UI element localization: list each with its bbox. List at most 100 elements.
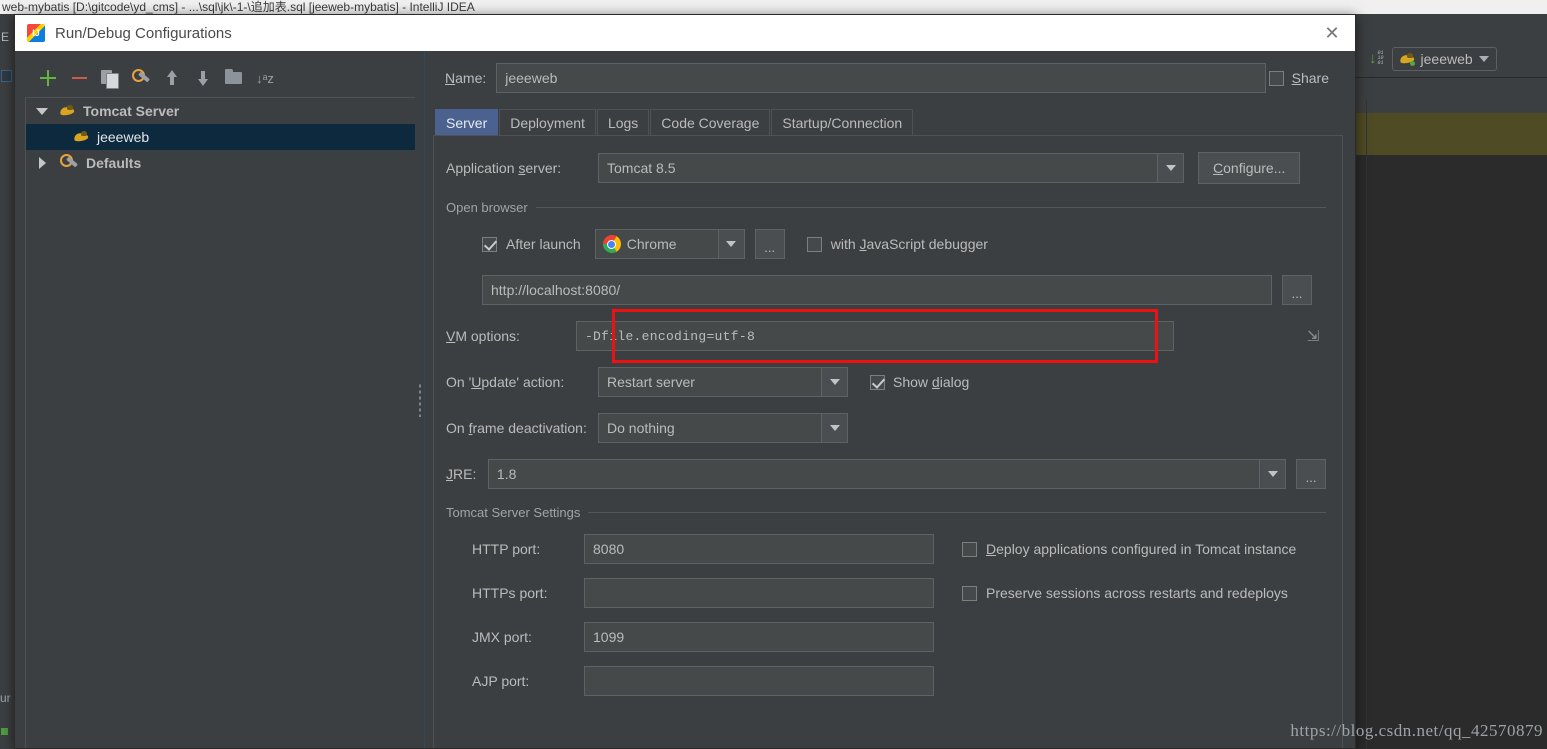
configure-button[interactable]: Configure... <box>1198 152 1301 184</box>
deploy-applications-checkbox[interactable] <box>962 541 977 557</box>
pane-splitter[interactable] <box>415 51 425 748</box>
jre-browse-button[interactable]: ... <box>1296 459 1326 489</box>
tree-item-label: Tomcat Server <box>83 103 180 119</box>
ide-editor-highlight-band <box>1355 113 1547 155</box>
edit-defaults-button[interactable] <box>132 69 150 87</box>
application-server-select[interactable]: Tomcat 8.5 <box>598 153 1184 183</box>
tab-deployment[interactable]: Deployment <box>499 109 596 135</box>
dialog-titlebar: Run/Debug Configurations ✕ <box>15 15 1355 51</box>
tab-server[interactable]: Server <box>435 109 499 135</box>
binary-bits: 01 10 01 <box>1377 50 1384 66</box>
browser-url-input[interactable] <box>482 275 1272 305</box>
wrench-icon <box>60 154 78 172</box>
vm-options-input[interactable] <box>575 321 1175 351</box>
tree-item-tomcat-server[interactable]: Tomcat Server <box>26 98 415 124</box>
show-dialog-wrap[interactable]: Show dialog <box>870 374 969 390</box>
move-down-button[interactable] <box>194 69 212 87</box>
close-icon[interactable]: ✕ <box>1309 15 1355 51</box>
name-label: Name: <box>445 70 487 86</box>
create-folder-button[interactable] <box>225 69 243 87</box>
jmx-port-input[interactable] <box>584 622 934 652</box>
js-debugger-checkbox[interactable] <box>806 236 822 252</box>
show-dialog-checkbox[interactable] <box>870 374 885 390</box>
ide-run-toolbar: ↓ 01 10 01 jeeeweb <box>1355 40 1547 78</box>
expand-icon[interactable]: ⇲ <box>1300 321 1326 351</box>
chevron-down-icon[interactable] <box>1259 460 1286 488</box>
run-debug-configurations-dialog: Run/Debug Configurations ✕ ↓ᵃᴢ Tomcat Se… <box>14 14 1356 749</box>
configuration-tabs: Server Deployment Logs Code Coverage Sta… <box>433 109 1343 135</box>
vm-options-row: VM options: ⇲ <box>446 309 1326 363</box>
on-frame-deactivation-row: On frame deactivation: Do nothing <box>446 413 1326 443</box>
deploy-applications-wrap[interactable]: Deploy applications configured in Tomcat… <box>962 541 1296 557</box>
chevron-down-icon[interactable] <box>821 368 847 396</box>
on-frame-deactivation-value: Do nothing <box>607 420 675 436</box>
chevron-down-icon[interactable] <box>717 230 744 258</box>
open-browser-group-label: Open browser <box>446 200 528 215</box>
name-input[interactable] <box>496 63 1267 93</box>
group-divider <box>535 207 1326 208</box>
http-port-row: HTTP port: Deploy applications configure… <box>446 534 1326 564</box>
ide-editor-area <box>1355 155 1547 749</box>
tab-code-coverage[interactable]: Code Coverage <box>650 109 771 135</box>
browser-select[interactable]: Chrome <box>594 229 745 259</box>
configuration-editor-pane: Name: Share Server Deployment Logs Code … <box>425 51 1355 748</box>
chevron-down-icon[interactable] <box>821 414 847 442</box>
chevron-down-icon[interactable] <box>1157 154 1183 182</box>
jre-select[interactable]: 1.8 <box>487 459 1287 489</box>
ajp-port-label: AJP port: <box>472 673 530 689</box>
ide-project-tool-marker <box>1 70 12 82</box>
download-arrow-icon: ↓ <box>1369 50 1377 67</box>
show-dialog-label: Show dialog <box>893 374 970 390</box>
browser-value: Chrome <box>626 236 677 252</box>
build-binary-icon[interactable]: ↓ 01 10 01 <box>1369 50 1384 67</box>
preserve-sessions-label: Preserve sessions across restarts and re… <box>986 585 1288 601</box>
ajp-port-row: AJP port: <box>446 666 1326 696</box>
browser-url-row: ... <box>446 275 1326 305</box>
url-browse-button[interactable]: ... <box>1282 275 1312 305</box>
tab-logs[interactable]: Logs <box>596 109 650 135</box>
configurations-tree[interactable]: Tomcat Server jeeeweb Defaults <box>25 97 415 748</box>
remove-configuration-button[interactable] <box>70 69 88 87</box>
https-port-input[interactable] <box>584 578 934 608</box>
preserve-sessions-wrap[interactable]: Preserve sessions across restarts and re… <box>962 585 1288 601</box>
splitter-grip[interactable] <box>418 382 422 417</box>
application-server-label: Application server: <box>446 160 562 176</box>
browser-browse-button[interactable]: ... <box>754 229 785 259</box>
tomcat-icon <box>1400 52 1415 66</box>
move-up-button[interactable] <box>163 69 181 87</box>
tree-item-defaults[interactable]: Defaults <box>26 150 415 176</box>
application-server-row: Application server: Tomcat 8.5 Configure… <box>446 152 1326 184</box>
jre-label: JRE: <box>446 466 477 482</box>
intellij-logo-icon <box>27 24 45 42</box>
chevron-down-icon[interactable] <box>34 103 50 119</box>
tree-item-jeeeweb[interactable]: jeeeweb <box>26 124 415 150</box>
application-server-value: Tomcat 8.5 <box>607 160 676 176</box>
after-launch-label: After launch <box>506 236 581 252</box>
share-checkbox[interactable] <box>1268 70 1284 86</box>
preserve-sessions-checkbox[interactable] <box>962 585 977 601</box>
ajp-port-input[interactable] <box>584 666 934 696</box>
copy-configuration-button[interactable] <box>101 69 119 89</box>
add-configuration-button[interactable] <box>39 69 57 87</box>
tree-item-label: jeeeweb <box>97 129 150 145</box>
share-checkbox-wrap[interactable]: Share <box>1268 70 1343 86</box>
sort-az-icon[interactable]: ↓ᵃᴢ <box>256 69 274 87</box>
on-update-action-row: On 'Update' action: Restart server Show … <box>446 367 1326 397</box>
after-launch-checkbox[interactable] <box>482 236 497 252</box>
js-debugger-label: with JavaScript debugger <box>830 236 988 252</box>
on-update-action-label: On 'Update' action: <box>446 374 565 390</box>
chrome-icon <box>602 235 621 253</box>
tab-startup-connection[interactable]: Startup/Connection <box>771 109 914 135</box>
deploy-applications-label: Deploy applications configured in Tomcat… <box>986 541 1297 557</box>
https-port-row: HTTPs port: Preserve sessions across res… <box>446 578 1326 608</box>
on-frame-deactivation-select[interactable]: Do nothing <box>598 413 848 443</box>
on-update-action-select[interactable]: Restart server <box>598 367 848 397</box>
chevron-right-icon[interactable] <box>34 155 50 171</box>
vm-options-field-wrap <box>575 321 1175 351</box>
share-label: Share <box>1291 70 1329 86</box>
dialog-title: Run/Debug Configurations <box>55 24 232 42</box>
configurations-left-pane: ↓ᵃᴢ Tomcat Server jeeeweb Defaults <box>15 51 415 748</box>
on-update-action-value: Restart server <box>607 374 695 390</box>
run-configuration-selector[interactable]: jeeeweb <box>1391 46 1497 71</box>
http-port-input[interactable] <box>584 534 934 564</box>
